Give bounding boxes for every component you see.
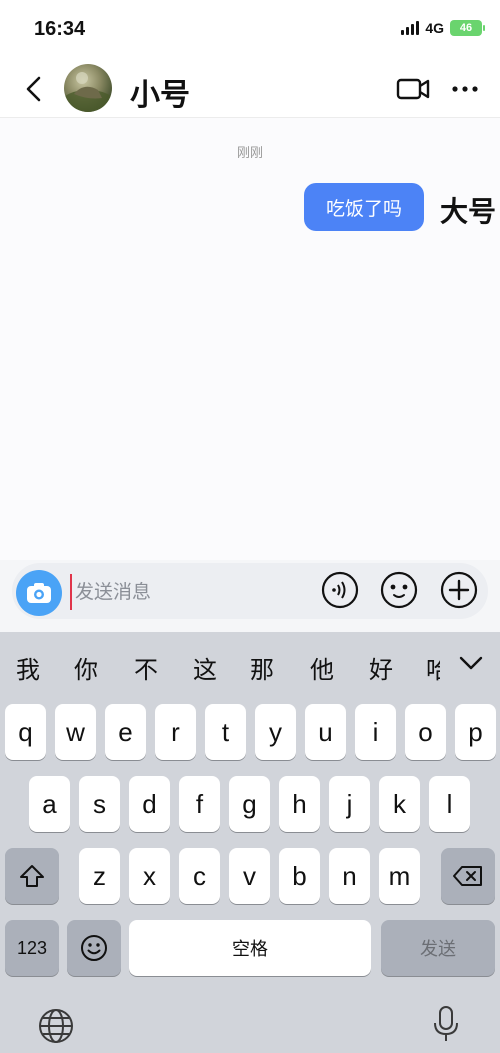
candidate-word[interactable]: 哈 — [426, 656, 440, 682]
candidate-word[interactable]: 这 — [193, 650, 217, 685]
key-r[interactable]: r — [155, 704, 196, 760]
key-y[interactable]: y — [255, 704, 296, 760]
back-button[interactable] — [18, 72, 48, 106]
voice-icon — [321, 571, 359, 609]
candidate-word[interactable]: 你 — [74, 650, 98, 685]
sender-label: 大号 — [440, 195, 497, 228]
message-list[interactable]: 刚刚 吃饭了吗 大号 — [0, 118, 500, 560]
key-z[interactable]: z — [79, 848, 120, 904]
add-attachment-button[interactable] — [440, 571, 478, 609]
chevron-down-icon — [459, 656, 483, 670]
key-v[interactable]: v — [229, 848, 270, 904]
send-key[interactable]: 发送 — [381, 920, 495, 976]
shift-icon — [20, 865, 44, 887]
space-key[interactable]: 空格 — [129, 920, 371, 976]
chat-header: 小号 — [0, 60, 500, 118]
ellipsis-icon — [452, 86, 478, 92]
key-b[interactable]: b — [279, 848, 320, 904]
candidate-overflow: 哈 — [426, 650, 440, 682]
key-p[interactable]: p — [455, 704, 496, 760]
video-call-button[interactable] — [396, 76, 430, 102]
emoji-button[interactable] — [380, 571, 418, 609]
key-c[interactable]: c — [179, 848, 220, 904]
video-camera-icon — [396, 78, 430, 100]
key-a[interactable]: a — [29, 776, 70, 832]
status-time: 16:34 — [34, 18, 86, 40]
key-o[interactable]: o — [405, 704, 446, 760]
key-x[interactable]: x — [129, 848, 170, 904]
key-i[interactable]: i — [355, 704, 396, 760]
key-l[interactable]: l — [429, 776, 470, 832]
key-m[interactable]: m — [379, 848, 420, 904]
key-q[interactable]: q — [5, 704, 46, 760]
outgoing-message-bubble[interactable]: 吃饭了吗 — [304, 183, 424, 231]
candidate-bar: 我 你 不 这 那 他 好 哈 — [0, 632, 500, 700]
candidate-word[interactable]: 不 — [134, 650, 158, 685]
contact-name: 小号 — [130, 78, 190, 113]
key-w[interactable]: w — [55, 704, 96, 760]
key-s[interactable]: s — [79, 776, 120, 832]
keyboard: 我 你 不 这 那 他 好 哈 q w e r t y u i o p a s … — [0, 632, 500, 1053]
candidate-word[interactable]: 他 — [310, 650, 334, 685]
key-h[interactable]: h — [279, 776, 320, 832]
key-u[interactable]: u — [305, 704, 346, 760]
key-f[interactable]: f — [179, 776, 220, 832]
key-t[interactable]: t — [205, 704, 246, 760]
network-type: 4G — [425, 20, 444, 36]
key-n[interactable]: n — [329, 848, 370, 904]
shift-key[interactable] — [5, 848, 59, 904]
key-d[interactable]: d — [129, 776, 170, 832]
more-options-button[interactable] — [450, 76, 480, 102]
backspace-icon — [453, 866, 482, 886]
candidate-word[interactable]: 好 — [369, 650, 393, 685]
status-bar: 16:34 4G 46 — [0, 0, 500, 60]
voice-button[interactable] — [321, 571, 359, 609]
battery-icon: 46 — [450, 20, 485, 36]
dictation-button[interactable] — [426, 1004, 466, 1044]
candidate-word[interactable]: 那 — [250, 650, 274, 685]
avatar-image — [64, 72, 112, 112]
camera-button[interactable] — [16, 570, 62, 616]
candidate-word[interactable]: 我 — [16, 650, 40, 685]
key-e[interactable]: e — [105, 704, 146, 760]
globe-icon — [39, 1009, 73, 1043]
message-input[interactable] — [70, 574, 300, 610]
key-j[interactable]: j — [329, 776, 370, 832]
camera-icon — [27, 583, 51, 603]
emoji-icon — [380, 571, 418, 609]
collapse-candidates-button[interactable] — [456, 652, 486, 674]
language-switch-button[interactable] — [36, 1006, 76, 1046]
message-timestamp: 刚刚 — [236, 146, 263, 161]
status-indicators: 4G 46 — [401, 20, 485, 36]
chevron-left-icon — [26, 76, 41, 102]
signal-icon — [401, 21, 420, 35]
emoji-key[interactable] — [67, 920, 121, 976]
numbers-key[interactable]: 123 — [5, 920, 59, 976]
key-k[interactable]: k — [379, 776, 420, 832]
message-input-bar — [0, 560, 500, 632]
backspace-key[interactable] — [441, 848, 495, 904]
contact-avatar[interactable] — [64, 64, 112, 112]
microphone-icon — [434, 1006, 458, 1041]
battery-level: 46 — [459, 22, 473, 34]
key-g[interactable]: g — [229, 776, 270, 832]
emoji-icon — [81, 935, 107, 961]
plus-icon — [440, 571, 478, 609]
